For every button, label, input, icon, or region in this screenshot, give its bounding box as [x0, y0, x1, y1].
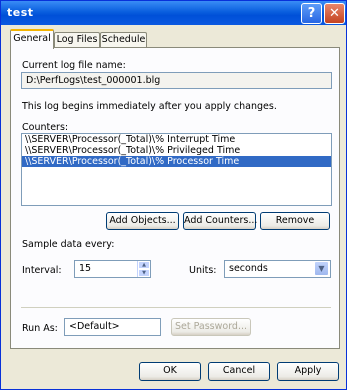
info-text: This log begins immediately after you ap… — [22, 101, 277, 112]
counter-item[interactable]: \\SERVER\Processor(_Total)\% Privileged … — [22, 145, 331, 156]
spin-up-icon[interactable]: ▲ — [138, 261, 150, 269]
set-password-button: Set Password... — [171, 318, 251, 336]
divider — [21, 307, 331, 308]
units-label: Units: — [189, 265, 217, 276]
interval-label: Interval: — [22, 265, 62, 276]
counters-label: Counters: — [22, 122, 69, 133]
apply-button[interactable]: Apply — [277, 362, 339, 381]
run-as-input[interactable]: <Default> — [64, 318, 161, 336]
title-bar[interactable]: test ? ✕ — [1, 1, 346, 25]
window-title: test — [7, 6, 34, 19]
tab-schedule[interactable]: Schedule — [100, 32, 147, 48]
cancel-button[interactable]: Cancel — [208, 362, 270, 381]
help-icon: ? — [307, 6, 316, 21]
add-counters-button[interactable]: Add Counters... — [183, 212, 257, 230]
interval-spinner[interactable]: ▲ ▼ — [137, 261, 150, 277]
chevron-down-icon[interactable]: ▼ — [314, 261, 329, 276]
sample-data-label: Sample data every: — [22, 239, 115, 250]
current-log-field[interactable]: D:\PerfLogs\test_000001.blg — [21, 72, 332, 89]
tab-log-files[interactable]: Log Files — [54, 32, 100, 48]
tab-schedule-label: Schedule — [101, 34, 146, 45]
close-button[interactable]: ✕ — [324, 3, 345, 24]
spin-down-icon[interactable]: ▼ — [138, 269, 150, 277]
counters-listbox[interactable]: \\SERVER\Processor(_Total)\% Interrupt T… — [21, 133, 332, 206]
counter-item-selected[interactable]: \\SERVER\Processor(_Total)\% Processor T… — [22, 156, 331, 167]
ok-button[interactable]: OK — [139, 362, 201, 381]
counter-item[interactable]: \\SERVER\Processor(_Total)\% Interrupt T… — [22, 134, 331, 145]
dialog-window: test ? ✕ General Log Files Schedule Curr… — [0, 0, 347, 390]
remove-button[interactable]: Remove — [260, 212, 330, 230]
tab-log-files-label: Log Files — [56, 34, 98, 45]
close-icon: ✕ — [329, 6, 340, 21]
help-button[interactable]: ? — [301, 3, 322, 24]
current-log-label: Current log file name: — [22, 60, 126, 71]
run-as-label: Run As: — [22, 323, 58, 334]
tab-general-label: General — [13, 33, 51, 44]
tab-general[interactable]: General — [10, 29, 54, 49]
add-objects-button[interactable]: Add Objects... — [106, 212, 179, 230]
